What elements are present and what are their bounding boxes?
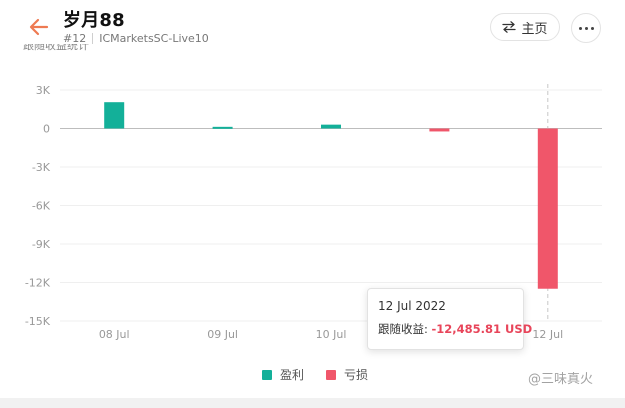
bar-盈利-10-Jul [321, 124, 341, 129]
legend-item[interactable]: 亏损 [326, 366, 368, 383]
server-text: ICMarketsSC-Live10 [99, 32, 209, 45]
y-tick-label: -6K [32, 200, 51, 213]
more-icon-dot [590, 26, 594, 30]
more-button[interactable] [571, 13, 601, 43]
bar-盈利-08-Jul [104, 102, 125, 129]
home-button[interactable]: 主页 [490, 13, 560, 41]
swap-icon [502, 21, 517, 33]
section-label-text: 跟随收益统计 [23, 44, 89, 52]
chart-tooltip: 12 Jul 2022 跟随收益: -12,485.81 USD [367, 288, 532, 350]
chart-legend: 盈利 亏损 [262, 366, 368, 383]
legend-label: 盈利 [280, 368, 305, 382]
legend-label: 亏损 [344, 368, 369, 382]
x-tick-label: 12 Jul [532, 328, 563, 341]
y-tick-label: -9K [32, 238, 51, 251]
tooltip-row: 跟随收益: -12,485.81 USD [378, 321, 532, 337]
bar-亏损-12-Jul [537, 128, 558, 289]
bottom-divider [0, 398, 625, 408]
y-tick-label: -3K [32, 161, 51, 174]
home-button-label: 主页 [521, 21, 548, 37]
tooltip-date: 12 Jul 2022 [378, 299, 446, 313]
x-tick-label: 08 Jul [99, 328, 130, 341]
more-icon-dot [584, 26, 588, 30]
legend-swatch [262, 369, 272, 380]
y-tick-label: 0 [43, 123, 50, 136]
y-tick-label: -15K [25, 315, 51, 328]
y-tick-label: -12K [25, 277, 51, 290]
subtitle-divider [92, 33, 94, 44]
top-bar: 岁月88 #12 ICMarketsSC-Live10 主页 [0, 0, 625, 56]
back-arrow-icon [29, 18, 49, 36]
more-icon [578, 26, 582, 30]
bar-亏损-11-Jul [429, 128, 450, 132]
page-title: 岁月88 [63, 10, 125, 31]
watermark: @三味真火 [528, 372, 594, 387]
legend-item[interactable]: 盈利 [262, 366, 304, 383]
bar-盈利-09-Jul [212, 126, 233, 129]
x-tick-label: 10 Jul [316, 328, 347, 341]
tooltip-value: -12,485.81 USD [431, 322, 533, 336]
legend-swatch [326, 369, 337, 380]
section-label: 跟随收益统计 [23, 44, 89, 55]
y-tick-label: 3K [36, 84, 51, 97]
x-tick-label: 09 Jul [207, 328, 238, 341]
tooltip-label: 跟随收益: [378, 322, 428, 336]
profit-bar-chart: 3K0-3K-6K-9K-12K-15K08 Jul09 Jul10 Jul11… [25, 84, 602, 341]
back-button[interactable] [26, 14, 52, 40]
